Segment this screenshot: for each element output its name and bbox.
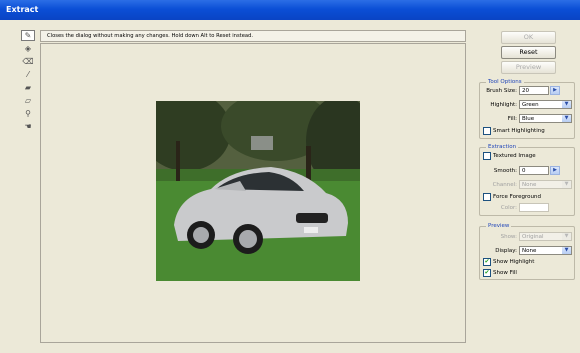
force-foreground-row: Force Foreground — [483, 193, 541, 201]
fill-row: Fill: Blue ▼ — [481, 114, 572, 123]
brush-size-stepper-icon[interactable]: ▶ — [550, 86, 560, 95]
show-highlight-label: Show Highlight — [493, 259, 535, 265]
edge-touchup-icon[interactable]: ▱ — [21, 95, 35, 106]
force-foreground-label: Force Foreground — [493, 194, 541, 200]
fill-label: Fill: — [507, 115, 517, 122]
channel-value: None — [522, 182, 537, 188]
fill-select[interactable]: Blue ▼ — [519, 114, 572, 123]
color-swatch[interactable] — [519, 203, 549, 212]
edge-highlighter-icon[interactable]: ✎ — [21, 30, 35, 41]
reset-button[interactable]: Reset — [501, 46, 556, 59]
smart-highlighting-row: Smart Highlighting — [483, 127, 545, 135]
fill-tool-icon[interactable]: ◈ — [21, 43, 35, 54]
show-highlight-checkbox[interactable]: ✔ — [483, 258, 491, 266]
hint-bar: Closes the dialog without making any cha… — [40, 30, 466, 42]
textured-image-row: Textured Image — [483, 152, 536, 160]
car-photo-graphic — [156, 101, 360, 281]
tool-options-title: Tool Options — [486, 79, 524, 85]
force-foreground-checkbox[interactable] — [483, 193, 491, 201]
highlight-row: Highlight: Green ▼ — [481, 100, 572, 109]
smooth-input[interactable]: 0 — [519, 166, 549, 175]
chevron-down-icon[interactable]: ▼ — [562, 247, 571, 254]
chevron-down-icon[interactable]: ▼ — [562, 233, 571, 240]
eraser-icon[interactable]: ⌫ — [21, 56, 35, 67]
window-title: Extract — [0, 0, 580, 20]
show-highlight-row: ✔ Show Highlight — [483, 258, 534, 266]
color-row: Color: — [481, 203, 549, 212]
channel-select[interactable]: None ▼ — [519, 180, 572, 189]
extraction-title: Extraction — [486, 144, 519, 150]
chevron-down-icon[interactable]: ▼ — [562, 115, 571, 122]
show-value: Original — [522, 234, 544, 240]
preview-button[interactable]: Preview — [501, 61, 556, 74]
display-label: Display: — [495, 247, 517, 254]
brush-size-label: Brush Size: — [486, 87, 517, 94]
textured-image-checkbox[interactable] — [483, 152, 491, 160]
textured-image-label: Textured Image — [493, 153, 536, 159]
display-select[interactable]: None ▼ — [519, 246, 572, 255]
ok-button[interactable]: OK — [501, 31, 556, 44]
show-fill-row: ✔ Show Fill — [483, 269, 517, 277]
brush-size-row: Brush Size: 20 ▶ — [481, 86, 560, 95]
smart-highlighting-label: Smart Highlighting — [493, 128, 545, 134]
hand-icon[interactable]: ☚ — [21, 121, 35, 132]
display-row: Display: None ▼ — [481, 246, 572, 255]
color-label: Color: — [500, 204, 517, 211]
show-fill-label: Show Fill — [493, 270, 517, 276]
display-value: None — [522, 248, 537, 254]
tool-strip: ✎ ◈ ⌫ ⁄ ▰ ▱ ⚲ ☚ — [19, 30, 37, 134]
smart-highlighting-checkbox[interactable] — [483, 127, 491, 135]
car-photo — [156, 101, 360, 281]
show-select[interactable]: Original ▼ — [519, 232, 572, 241]
fill-value: Blue — [522, 116, 535, 122]
channel-label: Channel: — [492, 181, 517, 188]
smooth-row: Smooth: 0 ▶ — [481, 166, 560, 175]
highlight-select[interactable]: Green ▼ — [519, 100, 572, 109]
chevron-down-icon[interactable]: ▼ — [562, 181, 571, 188]
cleanup-tool-icon[interactable]: ▰ — [21, 82, 35, 93]
show-row: Show: Original ▼ — [481, 232, 572, 241]
show-fill-checkbox[interactable]: ✔ — [483, 269, 491, 277]
channel-row: Channel: None ▼ — [481, 180, 572, 189]
chevron-down-icon[interactable]: ▼ — [562, 101, 571, 108]
zoom-icon[interactable]: ⚲ — [21, 108, 35, 119]
eyedropper-icon[interactable]: ⁄ — [21, 69, 35, 80]
preview-group-title: Preview — [486, 223, 512, 229]
highlight-value: Green — [522, 102, 539, 108]
show-label: Show: — [500, 233, 517, 240]
brush-size-input[interactable]: 20 — [519, 86, 549, 95]
preview-area[interactable] — [40, 43, 466, 343]
highlight-label: Highlight: — [490, 101, 517, 108]
smooth-stepper-icon[interactable]: ▶ — [550, 166, 560, 175]
smooth-label: Smooth: — [493, 167, 517, 174]
